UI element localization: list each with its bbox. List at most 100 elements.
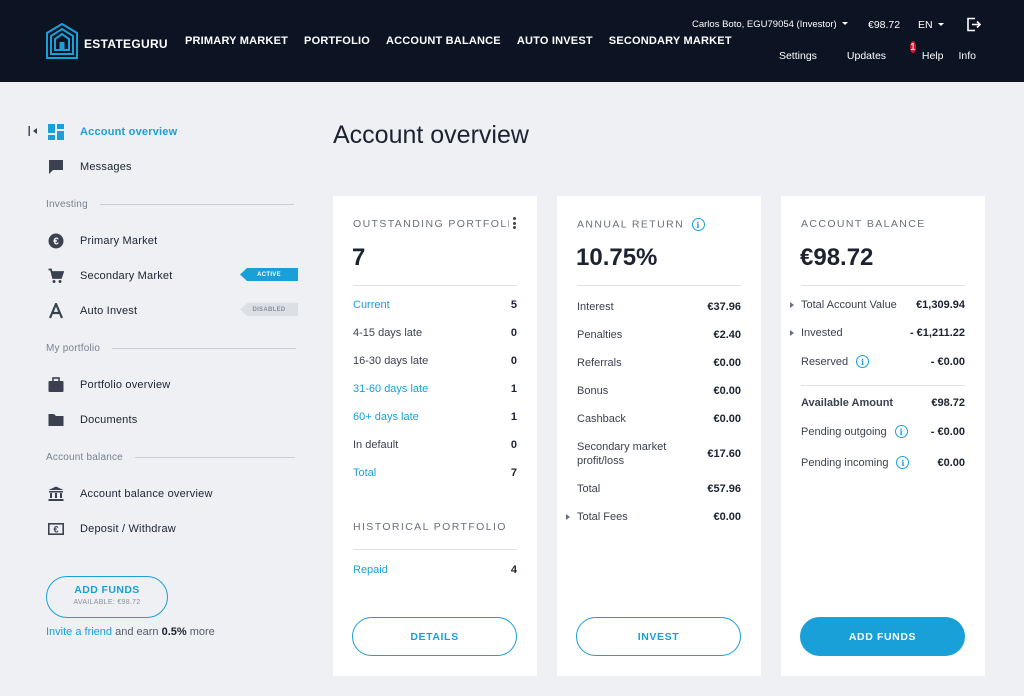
return-row-interest: Interest €37.96 (577, 301, 741, 313)
sidebar-item-messages[interactable]: Messages (46, 156, 132, 178)
divider (353, 285, 517, 286)
row-label: Total Fees (577, 511, 628, 523)
user-menu[interactable]: Carlos Boto, EGU79054 (Investor) (692, 19, 848, 30)
info-icon[interactable]: i (894, 425, 908, 438)
section-title: My portfolio (46, 343, 101, 354)
main-nav: PRIMARY MARKET PORTFOLIO ACCOUNT BALANCE… (185, 35, 748, 47)
row-value: 5 (510, 299, 517, 311)
sidebar-add-funds-button[interactable]: ADD FUNDS AVAILABLE: €98.72 (46, 576, 168, 618)
row-value: €37.96 (707, 301, 741, 313)
sidebar-item-documents[interactable]: Documents (46, 409, 137, 431)
more-options-icon[interactable] (513, 217, 517, 231)
sidebar-item-label: Primary Market (80, 235, 158, 247)
expand-arrow-icon (790, 330, 794, 336)
return-row-secondary-market: Secondary market profit/loss €17.60 (577, 440, 741, 468)
row-label: Total (577, 483, 601, 495)
row-value: €1,309.94 (916, 299, 965, 311)
collapse-sidebar-icon[interactable] (28, 126, 40, 136)
divider (99, 204, 294, 205)
euro-note-icon: € (46, 521, 66, 537)
row-value: - €0.00 (930, 355, 965, 368)
row-label: Current (353, 299, 390, 311)
briefcase-icon (46, 377, 66, 393)
row-value: 7 (510, 467, 517, 479)
divider (801, 385, 965, 386)
invite-friend-link[interactable]: Invite a friend (46, 626, 112, 638)
row-label-wrap: Total Account Value (790, 299, 897, 311)
row-label: Repaid (353, 564, 388, 576)
balance-row-total-value[interactable]: Total Account Value €1,309.94 (790, 299, 965, 311)
cart-icon (46, 268, 66, 284)
sidebar-item-balance-overview[interactable]: Account balance overview (46, 483, 213, 505)
return-row-total: Total €57.96 (577, 483, 741, 495)
portfolio-row-repaid[interactable]: Repaid 4 (353, 564, 517, 576)
divider (577, 285, 741, 286)
return-row-penalties: Penalties €2.40 (577, 329, 741, 341)
logout-icon[interactable] (966, 17, 981, 32)
balance-row-invested[interactable]: Invested - €1,211.22 (790, 327, 965, 339)
sidebar-item-primary-market[interactable]: € Primary Market (46, 230, 157, 252)
sidebar-item-label: Documents (80, 414, 138, 426)
nav-account-balance[interactable]: ACCOUNT BALANCE (386, 35, 501, 47)
invest-button[interactable]: INVEST (576, 617, 741, 656)
row-label: Interest (577, 301, 614, 313)
status-badge-disabled: DISABLED (240, 303, 298, 316)
nav-portfolio[interactable]: PORTFOLIO (304, 35, 370, 47)
message-icon (46, 159, 66, 175)
info-icon[interactable]: i (856, 355, 870, 368)
settings-link[interactable]: Settings (779, 50, 817, 63)
expand-arrow-icon (790, 302, 794, 308)
row-label-wrap: Pending incoming i (801, 456, 910, 469)
sidebar-item-label: Messages (80, 161, 132, 173)
help-link[interactable]: Help (922, 50, 944, 63)
row-label: 60+ days late (353, 411, 419, 423)
info-icon[interactable]: i (896, 456, 910, 469)
sub-nav: Settings Updates 1 Help Info (764, 41, 976, 63)
divider (353, 549, 517, 550)
row-value: €2.40 (713, 329, 741, 341)
outstanding-portfolio-card: OUTSTANDING PORTFOLIO 7 Current 5 4-15 da… (333, 196, 537, 676)
row-value: 0 (510, 355, 517, 367)
sidebar-item-label: Portfolio overview (80, 379, 171, 391)
return-row-total-fees[interactable]: Total Fees €0.00 (566, 511, 741, 523)
chevron-down-icon (841, 22, 848, 25)
row-value: 4 (510, 564, 517, 576)
sidebar-item-account-overview[interactable]: Account overview (46, 121, 177, 143)
notification-badge: 1 (910, 41, 916, 53)
updates-link[interactable]: Updates 1 (832, 41, 916, 63)
sidebar-item-label: Auto Invest (80, 305, 138, 317)
divider (134, 457, 295, 458)
sidebar-item-label: Account balance overview (80, 488, 213, 500)
row-label: 31-60 days late (353, 383, 429, 395)
add-funds-button[interactable]: ADD FUNDS (800, 617, 965, 656)
sidebar-item-portfolio-overview[interactable]: Portfolio overview (46, 374, 170, 396)
sidebar-item-secondary-market[interactable]: Secondary Market (46, 265, 172, 287)
language-select[interactable]: EN (918, 19, 944, 31)
portfolio-row-31-60[interactable]: 31-60 days late 1 (353, 383, 517, 395)
portfolio-row-current[interactable]: Current 5 (353, 299, 517, 311)
divider (112, 348, 297, 349)
row-label: Total Account Value (801, 299, 897, 311)
portfolio-row-total[interactable]: Total 7 (353, 467, 517, 479)
section-investing: Investing (46, 199, 294, 210)
sidebar-item-deposit-withdraw[interactable]: € Deposit / Withdraw (46, 518, 176, 540)
sidebar-item-auto-invest[interactable]: Auto Invest (46, 300, 137, 322)
expand-arrow-icon (566, 514, 570, 520)
row-value: €0.00 (713, 385, 741, 397)
portfolio-row-4-15: 4-15 days late 0 (353, 327, 517, 339)
info-icon[interactable]: i (692, 218, 706, 231)
brand-logo[interactable]: ESTATEGURU (46, 23, 168, 59)
details-button[interactable]: DETAILS (352, 617, 517, 656)
row-label: Invested (801, 327, 843, 339)
invite-text: Invite a friend and earn 0.5% more (46, 626, 215, 638)
info-link[interactable]: Info (958, 50, 976, 63)
portfolio-row-60-plus[interactable]: 60+ days late 1 (353, 411, 517, 423)
nav-primary-market[interactable]: PRIMARY MARKET (185, 35, 288, 47)
row-value: 0 (510, 327, 517, 339)
language-value: EN (918, 19, 933, 31)
card-title: ACCOUNT BALANCE (801, 218, 926, 230)
nav-auto-invest[interactable]: AUTO INVEST (517, 35, 593, 47)
header-balance[interactable]: €98.72 (868, 19, 900, 31)
nav-secondary-market[interactable]: SECONDARY MARKET (609, 35, 732, 47)
row-label: Reserved (801, 355, 849, 368)
